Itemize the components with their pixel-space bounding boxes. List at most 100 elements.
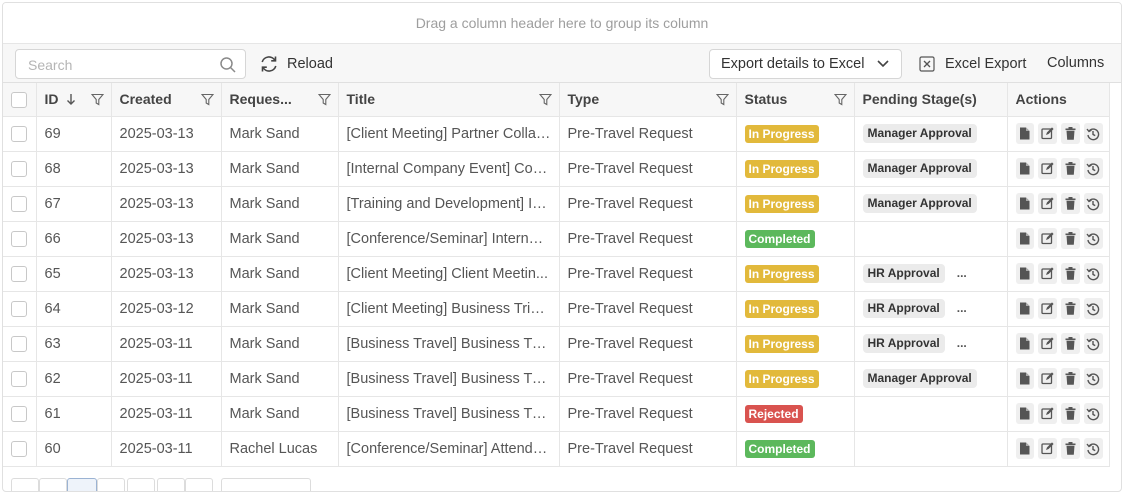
table-row[interactable]: 65 2025-03-13 Mark Sand [Client Meeting] Cl… <box>3 256 1110 292</box>
filter-icon[interactable] <box>90 93 104 106</box>
search-icon[interactable] <box>219 56 237 74</box>
table-row[interactable]: 68 2025-03-13 Mark Sand [Internal Company E… <box>3 151 1110 187</box>
table-row[interactable]: 67 2025-03-13 Mark Sand [Training and Devel… <box>3 186 1110 222</box>
pager-page-button[interactable] <box>127 478 155 491</box>
row-checkbox[interactable] <box>11 370 27 387</box>
history-icon[interactable] <box>1083 438 1103 459</box>
filter-icon[interactable] <box>317 93 331 106</box>
row-checkbox[interactable] <box>11 405 27 422</box>
table-row[interactable]: 60 2025-03-11 Rachel Lucas [Conference/Semi… <box>3 431 1110 467</box>
row-select-cell[interactable] <box>3 221 37 257</box>
excel-export-button[interactable]: Excel Export <box>919 52 1026 76</box>
more-stages-indicator[interactable]: ... <box>957 301 967 315</box>
columns-button[interactable]: Columns <box>1047 55 1104 71</box>
table-row[interactable]: 63 2025-03-11 Mark Sand [Business Travel] B… <box>3 326 1110 362</box>
history-icon[interactable] <box>1083 158 1103 179</box>
row-checkbox[interactable] <box>11 230 27 247</box>
history-icon[interactable] <box>1083 228 1103 249</box>
delete-icon[interactable] <box>1061 158 1080 179</box>
select-all-checkbox[interactable] <box>11 91 27 108</box>
group-panel[interactable]: Drag a column header here to group its c… <box>3 3 1121 44</box>
edit-icon[interactable] <box>1038 263 1057 284</box>
table-row[interactable]: 64 2025-03-12 Mark Sand [Client Meeting] Bu… <box>3 291 1110 327</box>
edit-icon[interactable] <box>1038 368 1057 389</box>
edit-icon[interactable] <box>1038 298 1057 319</box>
row-select-cell[interactable] <box>3 361 37 397</box>
row-checkbox[interactable] <box>11 300 27 317</box>
row-select-cell[interactable] <box>3 291 37 327</box>
table-row[interactable]: 62 2025-03-11 Mark Sand [Business Travel] B… <box>3 361 1110 397</box>
row-checkbox[interactable] <box>11 125 27 142</box>
pager-prev-button[interactable] <box>39 478 67 491</box>
pager-next-button[interactable] <box>157 478 185 491</box>
delete-icon[interactable] <box>1061 368 1080 389</box>
view-icon[interactable] <box>1015 123 1035 144</box>
row-select-cell[interactable] <box>3 326 37 362</box>
edit-icon[interactable] <box>1038 123 1057 144</box>
column-header-created[interactable]: Created <box>111 83 222 117</box>
delete-icon[interactable] <box>1061 438 1080 459</box>
filter-icon[interactable] <box>200 93 214 106</box>
row-select-cell[interactable] <box>3 116 37 152</box>
page-size-select[interactable] <box>221 478 311 491</box>
history-icon[interactable] <box>1083 368 1103 389</box>
column-header-pending-stages[interactable]: Pending Stage(s) <box>854 83 1008 117</box>
search-box[interactable] <box>15 49 246 79</box>
view-icon[interactable] <box>1015 158 1035 179</box>
delete-icon[interactable] <box>1061 123 1080 144</box>
sort-down-icon[interactable] <box>66 93 76 106</box>
row-select-cell[interactable] <box>3 396 37 432</box>
view-icon[interactable] <box>1015 403 1035 424</box>
edit-icon[interactable] <box>1038 403 1057 424</box>
filter-icon[interactable] <box>538 93 552 106</box>
table-row[interactable]: 69 2025-03-13 Mark Sand [Client Meeting] Pa… <box>3 116 1110 152</box>
column-header-requester[interactable]: Reques... <box>221 83 339 117</box>
history-icon[interactable] <box>1083 263 1103 284</box>
pager-last-button[interactable] <box>185 478 213 491</box>
edit-icon[interactable] <box>1038 438 1057 459</box>
delete-icon[interactable] <box>1061 333 1080 354</box>
more-stages-indicator[interactable]: ... <box>957 336 967 350</box>
edit-icon[interactable] <box>1038 228 1057 249</box>
delete-icon[interactable] <box>1061 263 1080 284</box>
pager-first-button[interactable] <box>11 478 39 491</box>
row-select-cell[interactable] <box>3 256 37 292</box>
view-icon[interactable] <box>1015 263 1035 284</box>
delete-icon[interactable] <box>1061 298 1080 319</box>
search-input[interactable] <box>26 56 206 74</box>
row-select-cell[interactable] <box>3 431 37 467</box>
more-stages-indicator[interactable]: ... <box>957 266 967 280</box>
row-select-cell[interactable] <box>3 151 37 187</box>
pager-page-button[interactable] <box>97 478 125 491</box>
edit-icon[interactable] <box>1038 158 1057 179</box>
column-header-id[interactable]: ID <box>36 83 112 117</box>
view-icon[interactable] <box>1015 193 1035 214</box>
history-icon[interactable] <box>1083 403 1103 424</box>
row-checkbox[interactable] <box>11 195 27 212</box>
row-select-cell[interactable] <box>3 186 37 222</box>
row-checkbox[interactable] <box>11 160 27 177</box>
history-icon[interactable] <box>1083 123 1103 144</box>
row-checkbox[interactable] <box>11 440 27 457</box>
filter-icon[interactable] <box>833 93 847 106</box>
pager-current-page[interactable] <box>67 478 97 491</box>
view-icon[interactable] <box>1015 438 1035 459</box>
table-row[interactable]: 61 2025-03-11 Mark Sand [Business Travel] B… <box>3 396 1110 432</box>
history-icon[interactable] <box>1083 193 1103 214</box>
view-icon[interactable] <box>1015 298 1035 319</box>
table-row[interactable]: 66 2025-03-13 Mark Sand [Conference/Seminar… <box>3 221 1110 257</box>
history-icon[interactable] <box>1083 333 1103 354</box>
view-icon[interactable] <box>1015 333 1035 354</box>
delete-icon[interactable] <box>1061 193 1080 214</box>
history-icon[interactable] <box>1083 298 1103 319</box>
filter-icon[interactable] <box>715 93 729 106</box>
delete-icon[interactable] <box>1061 228 1080 249</box>
delete-icon[interactable] <box>1061 403 1080 424</box>
view-icon[interactable] <box>1015 368 1035 389</box>
column-header-type[interactable]: Type <box>559 83 737 117</box>
column-header-status[interactable]: Status <box>736 83 855 117</box>
reload-button[interactable]: Reload <box>259 52 333 76</box>
row-checkbox[interactable] <box>11 335 27 352</box>
column-header-title[interactable]: Title <box>338 83 560 117</box>
select-all-cell[interactable] <box>3 83 37 117</box>
